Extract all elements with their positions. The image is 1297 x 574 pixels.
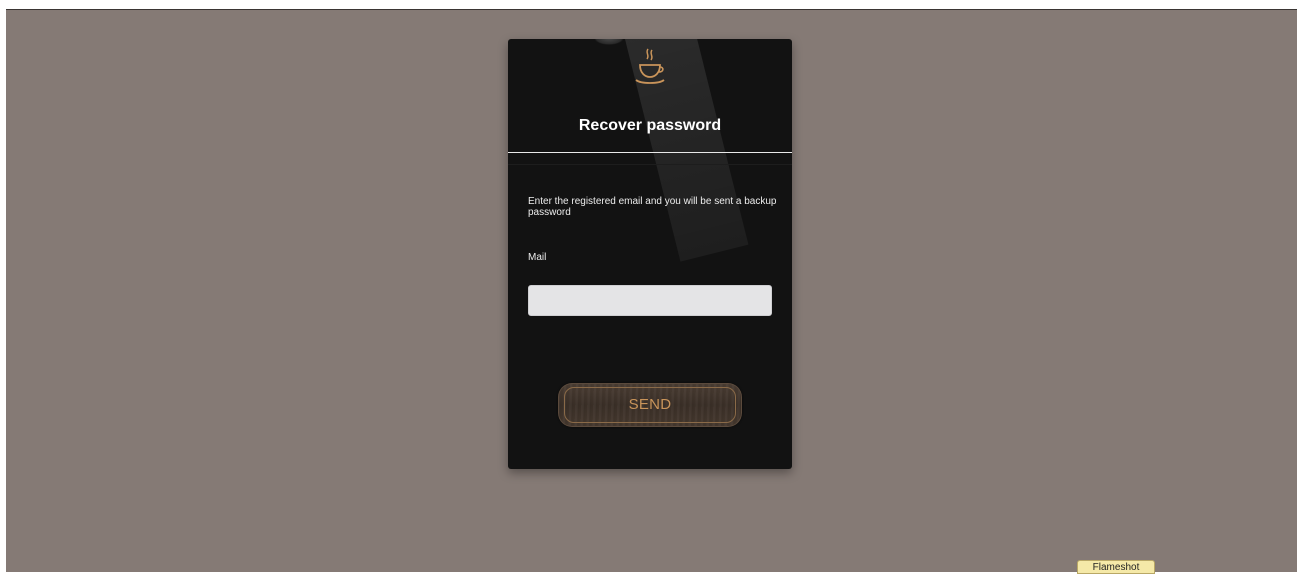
instructions-text: Enter the registered email and you will …	[528, 196, 777, 218]
coffee-cup-icon	[635, 48, 665, 84]
page-title: Recover password	[578, 117, 722, 134]
recover-password-card: Recover password Enter the registered em…	[508, 39, 792, 469]
mail-input[interactable]	[528, 285, 772, 316]
title-divider	[508, 152, 792, 153]
send-button-label: SEND	[628, 396, 672, 413]
send-button[interactable]: SEND	[558, 383, 742, 427]
card-top-shadow	[594, 39, 624, 45]
page-background: Recover password Enter the registered em…	[6, 9, 1297, 572]
title-divider-shadow	[508, 164, 792, 165]
mail-label: Mail	[528, 252, 547, 263]
